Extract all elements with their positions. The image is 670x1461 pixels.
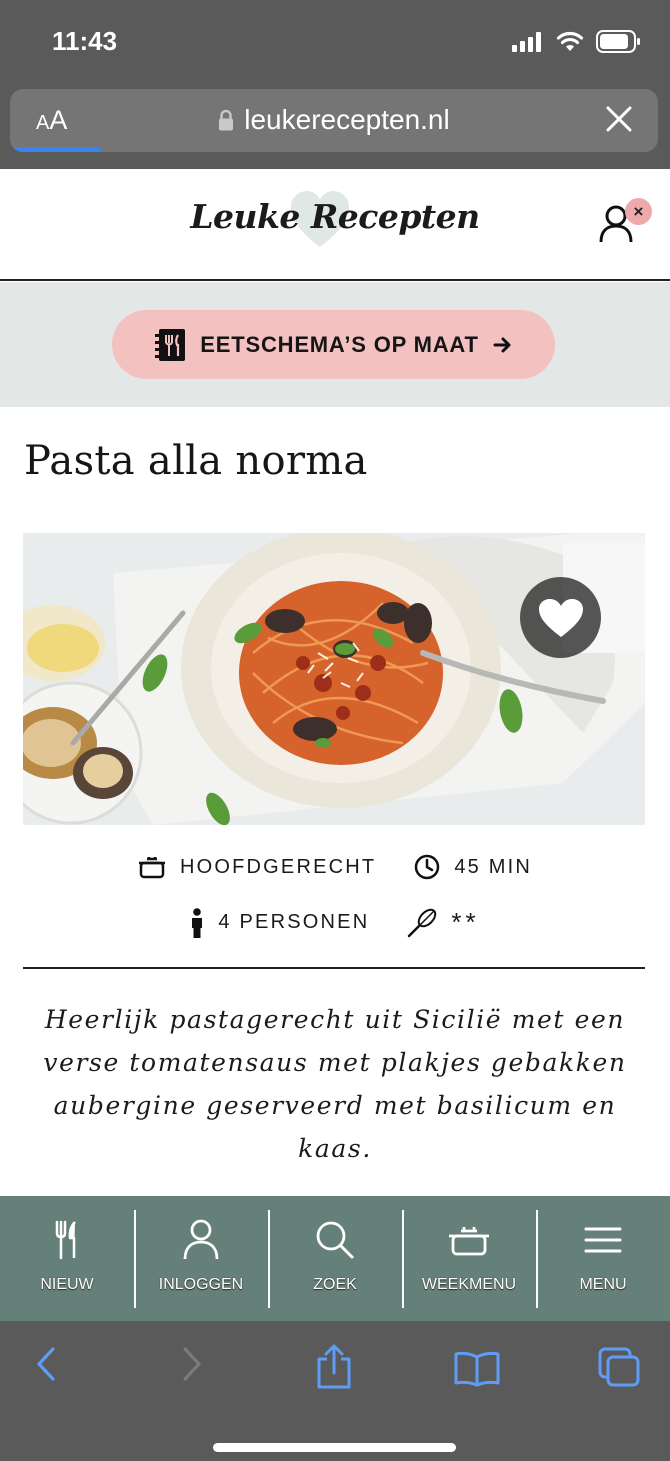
meal-plan-label: EETSCHEMA’S OP MAAT bbox=[200, 331, 479, 357]
nav-weekmenu[interactable]: WEEKMENU bbox=[402, 1196, 536, 1321]
logo-text: Leuke Recepten bbox=[190, 197, 480, 236]
heart-icon bbox=[538, 598, 583, 637]
signal-icon bbox=[512, 31, 541, 52]
nav-menu-label: MENU bbox=[579, 1276, 627, 1293]
browser-top-bar: 11:43 AA leukerecepten.nl bbox=[0, 0, 670, 169]
meta-difficulty-label: ** bbox=[451, 907, 480, 937]
meta-course: HOOFDGERECHT bbox=[138, 855, 376, 879]
page-load-progress bbox=[10, 147, 101, 152]
pot-icon bbox=[449, 1227, 489, 1256]
meta-time-label: 45 MIN bbox=[454, 855, 533, 878]
site-logo[interactable]: Leuke Recepten bbox=[0, 197, 670, 236]
recipe-title: Pasta alla norma bbox=[24, 438, 368, 484]
address-bar[interactable]: AA leukerecepten.nl bbox=[10, 89, 658, 152]
meta-course-label: HOOFDGERECHT bbox=[179, 855, 377, 878]
nav-new[interactable]: NIEUW bbox=[0, 1196, 134, 1321]
fork-knife-icon bbox=[55, 1220, 76, 1260]
person-icon bbox=[192, 907, 203, 938]
back-icon[interactable] bbox=[34, 1345, 58, 1383]
status-icons bbox=[512, 30, 642, 53]
nav-new-label: NIEUW bbox=[40, 1276, 94, 1293]
meta-servings: 4 PERSONEN bbox=[190, 907, 370, 938]
url-text[interactable]: leukerecepten.nl bbox=[244, 104, 449, 136]
search-icon bbox=[316, 1221, 354, 1259]
nav-login[interactable]: INLOGGEN bbox=[134, 1196, 268, 1321]
meal-plan-button[interactable]: EETSCHEMA’S OP MAAT bbox=[112, 310, 555, 379]
nav-menu[interactable]: MENU bbox=[536, 1196, 670, 1321]
site-bottom-nav: NIEUW INLOGGEN ZOEK WEEKMENU MENU bbox=[0, 1196, 670, 1321]
account-close-badge[interactable]: × bbox=[625, 198, 652, 225]
share-icon[interactable] bbox=[314, 1343, 354, 1389]
arrow-right-icon bbox=[493, 337, 511, 352]
nav-weekmenu-label: WEEKMENU bbox=[421, 1276, 517, 1293]
meta-time: 45 MIN bbox=[414, 854, 532, 880]
promo-band: EETSCHEMA’S OP MAAT bbox=[0, 282, 670, 407]
user-icon bbox=[183, 1219, 219, 1260]
nav-search[interactable]: ZOEK bbox=[268, 1196, 402, 1321]
pot-icon bbox=[138, 857, 165, 879]
browser-toolbar bbox=[0, 1321, 670, 1461]
forward-icon[interactable] bbox=[180, 1345, 204, 1383]
tabs-icon[interactable] bbox=[598, 1347, 642, 1389]
clock-icon bbox=[415, 854, 440, 880]
site-header: Leuke Recepten bbox=[0, 169, 670, 281]
recipe-intro: Heerlijk pastagerecht uit Sicilië met ee… bbox=[43, 1005, 627, 1163]
hamburger-icon bbox=[584, 1227, 622, 1253]
close-icon[interactable] bbox=[606, 106, 632, 132]
battery-icon bbox=[596, 30, 640, 53]
wifi-icon bbox=[556, 31, 584, 51]
meta-difficulty: ** bbox=[407, 907, 479, 938]
nav-search-label: ZOEK bbox=[313, 1276, 357, 1293]
recipe-meta-row-1: HOOFDGERECHT 45 MIN bbox=[0, 854, 670, 880]
status-time: 11:43 bbox=[52, 26, 118, 56]
lock-icon bbox=[219, 109, 234, 131]
url-wrap: leukerecepten.nl bbox=[10, 104, 658, 136]
meta-divider bbox=[23, 967, 645, 969]
recipe-meta-row-2: 4 PERSONEN ** bbox=[0, 907, 670, 938]
favorite-button[interactable] bbox=[520, 577, 601, 658]
nav-login-label: INLOGGEN bbox=[158, 1276, 244, 1293]
meta-servings-label: 4 PERSONEN bbox=[218, 911, 370, 933]
whisk-icon bbox=[408, 908, 437, 937]
meal-plan-icon bbox=[155, 328, 186, 361]
bookmarks-icon[interactable] bbox=[454, 1351, 500, 1387]
home-indicator[interactable] bbox=[213, 1443, 456, 1452]
